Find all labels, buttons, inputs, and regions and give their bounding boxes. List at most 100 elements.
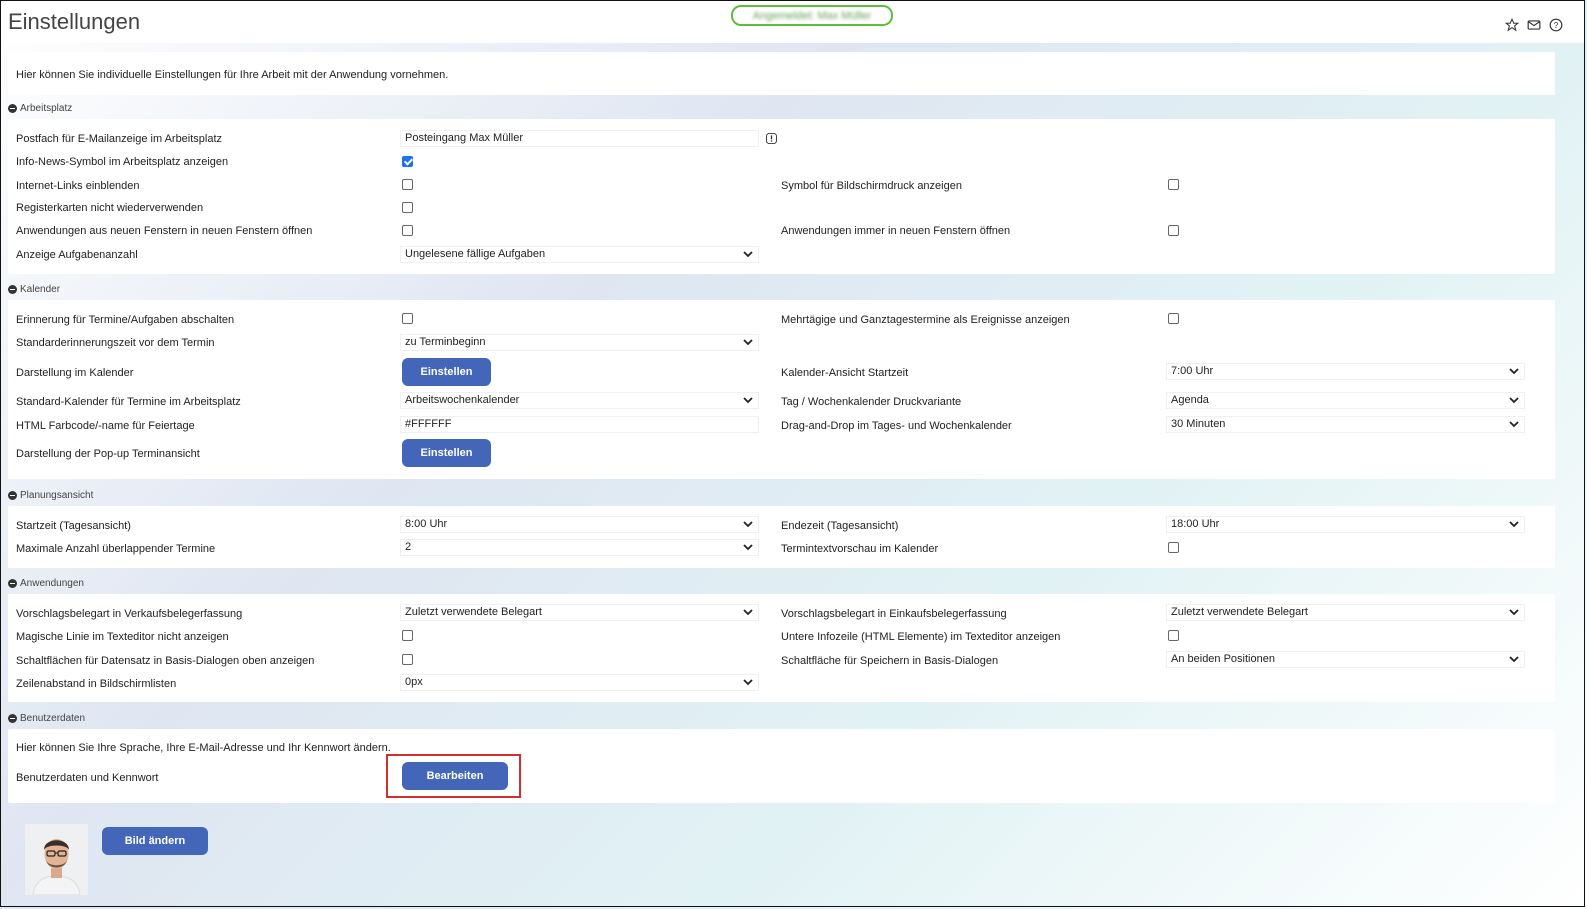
farbcode-field[interactable]: #FFFFFF [400,416,759,433]
maximale-value: 2 [405,541,412,553]
postfach-field[interactable]: Posteingang Max Müller [400,130,759,147]
farbcode-value: #FFFFFF [405,418,452,430]
aufgaben-select[interactable]: Ungelesene fällige Aufgaben [400,246,759,263]
standard-erinnerung-select[interactable]: zu Terminbeginn [400,334,759,351]
panel-arbeitsplatz: Postfach für E-Mailanzeige im Arbeitspla… [8,119,1555,274]
label-symbol: Symbol für Bildschirmdruck anzeigen [781,180,962,192]
label-startzeit: Kalender-Ansicht Startzeit [781,367,909,379]
endezeit-select[interactable]: 18:00 Uhr [1166,516,1525,533]
einkauf-select[interactable]: Zuletzt verwendete Belegart [1166,604,1525,621]
startzeit-tag-value: 8:00 Uhr [405,518,448,530]
vorschau-checkbox[interactable] [1168,542,1179,553]
magisch-checkbox[interactable] [402,630,413,641]
section-header-benutzer[interactable]: Benutzerdaten [8,713,85,724]
label-anwendungen: Anwendungen aus neuen Fenstern in neuen … [16,225,313,237]
postfach-value: Posteingang Max Müller [405,132,524,144]
chevron-down-icon [743,609,753,616]
panel-benutzer: Hier können Sie Ihre Sprache, Ihre E-Mai… [8,729,1555,803]
chevron-down-icon [743,397,753,404]
startzeit-select[interactable]: 7:00 Uhr [1166,363,1525,380]
standard-erinnerung-value: zu Terminbeginn [405,336,486,348]
druck-select[interactable]: Agenda [1166,392,1525,409]
erinnerung-checkbox[interactable] [402,313,413,324]
collapse-icon[interactable] [8,491,17,500]
chevron-down-icon [743,544,753,551]
panel-kalender: Erinnerung für Termine/Aufgaben abschalt… [8,300,1555,479]
label-magisch: Magische Linie im Texteditor nicht anzei… [16,631,229,643]
info-icon[interactable] [766,133,777,147]
dragdrop-value: 30 Minuten [1171,418,1226,430]
panel-planung: Startzeit (Tagesansicht) 8:00 Uhr Endeze… [8,506,1555,568]
label-endezeit: Endezeit (Tagesansicht) [781,520,899,532]
schaltflaechen-checkbox[interactable] [402,654,413,665]
section-header-arbeitsplatz[interactable]: Arbeitsplatz [8,103,72,114]
endezeit-value: 18:00 Uhr [1171,518,1220,530]
infozeile-checkbox[interactable] [1168,630,1179,641]
speichern-select[interactable]: An beiden Positionen [1166,651,1525,668]
bild-aendern-button[interactable]: Bild ändern [102,827,208,855]
dragdrop-select[interactable]: 30 Minuten [1166,416,1525,433]
darstellung-einstellen-button[interactable]: Einstellen [402,358,491,386]
zeilenabstand-select[interactable]: 0px [400,674,759,691]
standard-kalender-select[interactable]: Arbeitswochenkalender [400,392,759,409]
chevron-down-icon [1509,421,1519,428]
mail-icon[interactable] [1526,17,1542,33]
label-zeilenabstand: Zeilenabstand in Bildschirmlisten [16,678,177,690]
label-darstellung: Darstellung im Kalender [16,367,134,379]
avatar [25,824,88,895]
verkauf-select[interactable]: Zuletzt verwendete Belegart [400,604,759,621]
einkauf-value: Zuletzt verwendete Belegart [1171,606,1308,618]
label-speichern: Schaltfläche für Speichern in Basis-Dial… [781,655,999,667]
zeilenabstand-value: 0px [405,676,423,688]
section-title: Benutzerdaten [20,713,86,724]
internet-checkbox[interactable] [402,179,413,190]
chevron-down-icon [1509,397,1519,404]
section-header-anwendungen[interactable]: Anwendungen [8,578,84,589]
popup-einstellen-button[interactable]: Einstellen [402,439,491,467]
chevron-down-icon [743,251,753,258]
collapse-icon[interactable] [8,104,17,113]
section-title: Anwendungen [20,578,84,589]
section-title: Arbeitsplatz [20,103,73,114]
label-maximale: Maximale Anzahl überlappender Termine [16,543,216,555]
section-header-planung[interactable]: Planungsansicht [8,490,93,501]
label-einkauf: Vorschlagsbelegart in Einkaufsbelegerfas… [781,608,1007,620]
label-vorschau: Termintextvorschau im Kalender [781,543,939,555]
label-infonews: Info-News-Symbol im Arbeitsplatz anzeige… [16,156,229,168]
register-checkbox[interactable] [402,202,413,213]
intro-box: Hier können Sie individuelle Einstellung… [8,52,1555,95]
collapse-icon[interactable] [8,285,17,294]
section-title: Planungsansicht [20,490,94,501]
benutzer-info: Hier können Sie Ihre Sprache, Ihre E-Mai… [16,742,391,754]
label-farbcode: HTML Farbcode/-name für Feiertage [16,420,195,432]
collapse-icon[interactable] [8,714,17,723]
label-mehrtaegig: Mehrtägige und Ganztagestermine als Erei… [781,314,1070,326]
maximale-select[interactable]: 2 [400,539,759,556]
standard-kalender-value: Arbeitswochenkalender [405,394,520,406]
immer-checkbox[interactable] [1168,225,1179,236]
label-standard-erinnerung: Standarderinnerungszeit vor dem Termin [16,337,215,349]
symbol-checkbox[interactable] [1168,179,1179,190]
page-title: Einstellungen [8,9,141,34]
startzeit-tag-select[interactable]: 8:00 Uhr [400,516,759,533]
anwendungen-checkbox[interactable] [402,225,413,236]
collapse-icon[interactable] [8,579,17,588]
help-icon[interactable]: ? [1548,17,1564,33]
svg-text:?: ? [1554,21,1559,30]
intro-text: Hier können Sie individuelle Einstellung… [16,69,449,81]
aufgaben-value: Ungelesene fällige Aufgaben [405,248,546,260]
infonews-checkbox[interactable] [402,156,413,167]
chevron-down-icon [1509,368,1519,375]
chevron-down-icon [1509,656,1519,663]
label-immer: Anwendungen immer in neuen Fenstern öffn… [781,225,1011,237]
user-badge: Angemeldet: Max Müller [731,5,893,26]
user-badge-text: Angemeldet: Max Müller [752,9,872,22]
label-popup: Darstellung der Pop-up Terminansicht [16,448,200,460]
mehrtaegig-checkbox[interactable] [1168,313,1179,324]
section-header-kalender[interactable]: Kalender [8,284,60,295]
star-icon[interactable] [1504,17,1520,33]
druck-value: Agenda [1171,394,1209,406]
label-aufgaben: Anzeige Aufgabenanzahl [16,249,138,261]
label-erinnerung: Erinnerung für Termine/Aufgaben abschalt… [16,314,235,326]
chevron-down-icon [743,521,753,528]
